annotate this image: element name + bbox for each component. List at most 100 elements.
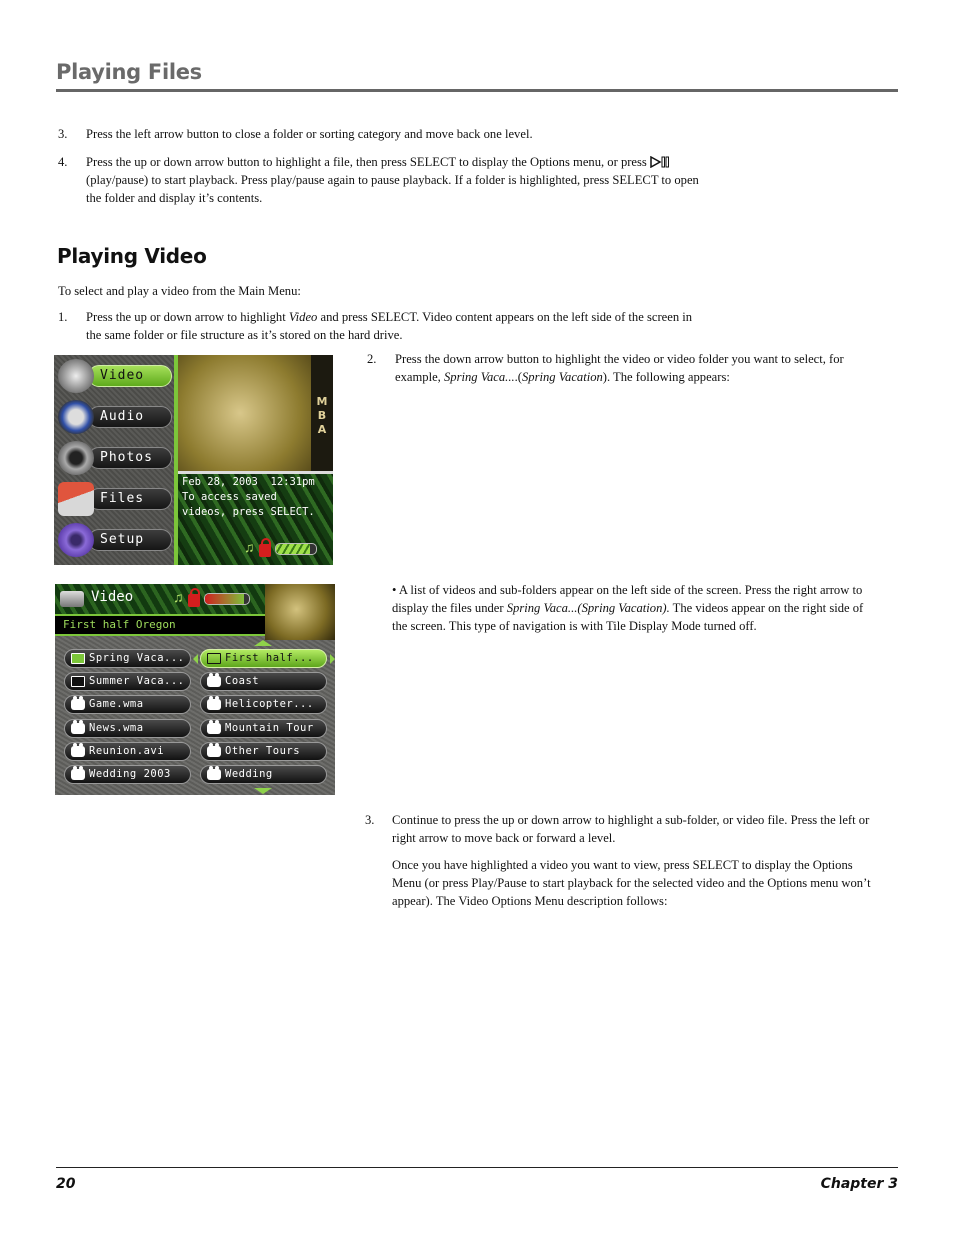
list-item[interactable]: Wedding 2003 [64,765,191,784]
nav-left-arrow[interactable] [193,654,198,664]
list-item-label: News.wma [89,721,144,734]
lock-icon [187,588,200,607]
menu-item-audio[interactable]: Audio [58,400,172,434]
step-number: 2. [367,352,377,366]
bullet-note: • A list of videos and sub-folders appea… [392,583,864,633]
video-file-icon [207,766,221,780]
list-item[interactable]: Coast [200,672,327,692]
list-item-label: Mountain Tour [225,721,314,734]
video-file-icon [71,742,85,757]
video-step-1: 1. Press the up or down arrow to highlig… [58,308,898,344]
step-number: 3. [58,127,68,141]
list-item[interactable]: First half... [200,649,327,668]
video-browser-screenshot: Video ♫ First half Oregon Spring Vaca...… [55,584,335,795]
folder-icon [71,676,85,688]
battery-fill [204,593,245,604]
browser-title: Video [91,589,134,605]
list-item[interactable]: Reunion.avi [64,741,191,761]
scroll-down-arrow[interactable] [254,788,272,794]
video-preview-image: M B A [178,355,333,471]
list-item-label: Wedding [225,768,273,780]
camcorder-icon [58,359,94,393]
chapter-label: Chapter 3 [820,1176,898,1192]
list-item-label: Coast [225,675,260,688]
step-number: 1. [58,310,68,324]
list-item[interactable]: Other Tours [200,741,327,761]
folder-icon [207,653,221,664]
list-item-label: Other Tours [225,744,301,757]
footer-rule [56,1167,898,1168]
step-text-line2: example, Spring Vaca....(Spring Vacation… [395,370,730,384]
header-rule [56,89,898,92]
video-file-icon [71,696,85,711]
list-item[interactable]: Spring Vaca... [64,649,191,668]
step-text-line1: Press the up or down arrow button to hig… [86,153,670,173]
info-panel: Feb 28, 2003 12:31pm To access saved vid… [178,474,333,565]
list-item[interactable]: Summer Vaca... [64,672,191,692]
message-line-2: videos, press SELECT. [182,506,315,518]
status-icons: ♫ [173,588,250,607]
page-number: 20 [56,1176,76,1192]
camera-icon [58,441,94,475]
video-file-icon [207,673,221,688]
step-text-line2: (play/pause) to start playback. Press pl… [86,173,699,187]
intro-step-3: 3. Press the left arrow button to close … [58,125,898,143]
gear-icon [58,523,94,557]
step-text: Press the left arrow button to close a f… [86,127,533,141]
menu-item-photos[interactable]: Photos [58,441,172,475]
section-lead: To select and play a video from the Main… [58,284,301,298]
list-item-label: Helicopter... [225,698,314,711]
film-strip: M B A [311,355,333,471]
list-item-label: Wedding 2003 [89,768,171,780]
step-text-line1: Press the up or down arrow to highlight … [86,310,693,324]
video-file-icon [207,719,221,734]
step-text-line1: Press the down arrow button to highlight… [395,352,844,366]
video-file-icon [207,742,221,757]
music-note-icon: ♫ [244,540,255,556]
video-file-icon [71,719,85,734]
folder-open-icon [71,653,85,664]
step-number: 3. [365,813,375,827]
list-item-label: Game.wma [89,698,144,711]
main-menu-screenshot: Video Audio Photos Files Setup M B A Feb… [54,355,333,565]
step-text-line3: the folder and display it’s contents. [86,191,263,205]
camcorder-icon [60,591,84,607]
status-icons: ♫ [244,538,317,557]
lock-icon [258,538,271,557]
section-title: Playing Video [57,244,207,268]
video-file-icon [207,696,221,711]
menu-item-files[interactable]: Files [58,482,172,516]
list-item[interactable]: Mountain Tour [200,718,327,738]
video-step-3: 3. Continue to press the up or down arro… [365,813,871,908]
intro-step-4: 4. Press the up or down arrow button to … [58,153,898,207]
battery-icon [203,592,250,605]
music-note-icon: ♫ [173,590,184,606]
list-item-label: Spring Vaca... [89,652,185,664]
page-header-title: Playing Files [56,60,202,84]
list-item[interactable]: News.wma [64,718,191,738]
list-item[interactable]: Wedding [200,765,327,784]
datetime: Feb 28, 2003 12:31pm [182,476,315,488]
video-step-2: 2. Press the down arrow button to highli… [367,350,897,386]
message-line-1: To access saved [182,491,277,503]
battery-fill [275,543,310,554]
menu-item-video[interactable]: Video [58,359,172,393]
list-item[interactable]: Helicopter... [200,695,327,715]
scroll-up-arrow[interactable] [254,640,272,646]
folder-icon [58,482,94,516]
list-item-label: First half... [225,652,314,664]
nav-right-arrow[interactable] [330,654,335,664]
battery-icon [274,542,317,555]
browser-header: Video ♫ [55,584,265,614]
list-item[interactable]: Game.wma [64,695,191,715]
list-item-label: Summer Vaca... [89,675,185,688]
menu-item-setup[interactable]: Setup [58,523,172,557]
step-text-line2: the same folder or file structure as it’… [86,328,403,342]
video-file-icon [71,766,85,780]
current-path-bar: First half Oregon [55,614,265,636]
step-number: 4. [58,155,68,169]
headphones-icon [58,400,94,434]
main-menu: Video Audio Photos Files Setup [54,355,174,565]
list-item-label: Reunion.avi [89,744,165,757]
video-thumbnail [265,584,335,640]
